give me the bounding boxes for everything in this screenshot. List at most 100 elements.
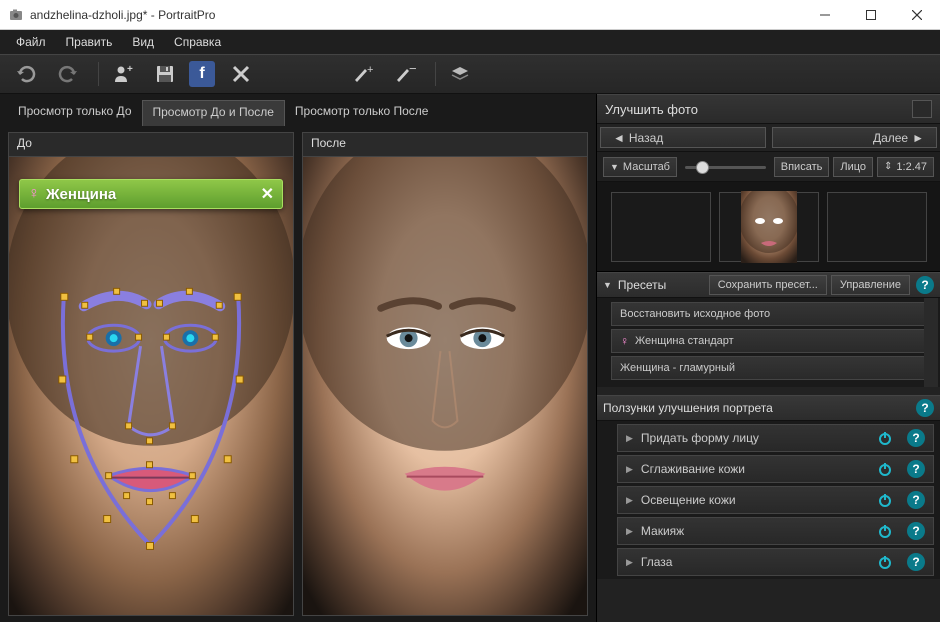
before-image[interactable]: ♀ Женщина ✕ — [9, 157, 293, 615]
triangle-right-icon: ▶ — [626, 433, 633, 444]
lock-icon: ⇕ — [884, 161, 892, 172]
preset-woman-standard[interactable]: ♀ Женщина стандарт — [611, 329, 934, 353]
add-person-button[interactable]: + — [105, 59, 141, 89]
improve-title: Улучшить фото — [605, 102, 908, 117]
titlebar: andzhelina-dzholi.jpg* - PortraitPro — [0, 0, 940, 30]
save-button[interactable] — [147, 59, 183, 89]
slider-skin-smoothing[interactable]: ▶ Сглаживание кожи ? — [617, 455, 934, 483]
brush-plus-button[interactable]: + — [345, 59, 381, 89]
help-icon[interactable]: ? — [907, 429, 925, 447]
power-icon[interactable] — [875, 428, 895, 448]
zoom-label[interactable]: ▼ Масштаб — [603, 157, 677, 177]
arrow-right-icon: ► — [912, 131, 924, 145]
triangle-down-icon: ▼ — [603, 280, 612, 290]
power-icon[interactable] — [875, 521, 895, 541]
after-pane: После — [302, 132, 588, 616]
improve-header: Улучшить фото — [597, 94, 940, 124]
next-button[interactable]: Далее ► — [772, 127, 938, 148]
panel-option-button[interactable] — [912, 100, 932, 118]
back-label: Назад — [629, 131, 663, 145]
help-icon[interactable]: ? — [907, 460, 925, 478]
preset-restore-original[interactable]: Восстановить исходное фото — [611, 302, 934, 326]
separator — [435, 62, 436, 86]
sliders-title: Ползунки улучшения портрета — [603, 401, 910, 415]
help-icon[interactable]: ? — [907, 522, 925, 540]
before-pane: До — [8, 132, 294, 616]
svg-text:+: + — [127, 64, 133, 75]
sliders-header: Ползунки улучшения портрета ? — [597, 395, 940, 421]
after-label: После — [303, 133, 587, 157]
filmstrip[interactable] — [597, 182, 940, 272]
right-panel: Улучшить фото ◄ Назад Далее ► ▼ Масштаб … — [596, 94, 940, 622]
maximize-button[interactable] — [848, 0, 894, 30]
appname: PortraitPro — [158, 8, 215, 22]
presets-label: Пресеты — [618, 278, 705, 292]
delete-button[interactable] — [223, 59, 259, 89]
main-area: Просмотр только До Просмотр До и После П… — [0, 94, 940, 622]
after-image[interactable] — [303, 157, 587, 615]
tab-before-only[interactable]: Просмотр только До — [8, 100, 142, 126]
triangle-down-icon: ▼ — [610, 162, 619, 172]
left-panel: Просмотр только До Просмотр До и После П… — [0, 94, 596, 622]
window-title: andzhelina-dzholi.jpg* - PortraitPro — [30, 8, 802, 22]
help-icon[interactable]: ? — [907, 491, 925, 509]
female-icon: ♀ — [28, 185, 40, 203]
menubar: Файл Править Вид Справка — [0, 30, 940, 54]
help-icon[interactable]: ? — [907, 553, 925, 571]
manage-presets-button[interactable]: Управление — [831, 275, 910, 295]
gender-tag[interactable]: ♀ Женщина ✕ — [19, 179, 283, 209]
preset-list: Восстановить исходное фото ♀ Женщина ста… — [597, 298, 940, 387]
slider-eyes[interactable]: ▶ Глаза ? — [617, 548, 934, 576]
nav-row: ◄ Назад Далее ► — [597, 124, 940, 152]
facebook-button[interactable]: f — [189, 61, 215, 87]
triangle-right-icon: ▶ — [626, 557, 633, 568]
scrollbar[interactable] — [924, 298, 938, 387]
power-icon[interactable] — [875, 552, 895, 572]
gender-label: Женщина — [46, 186, 261, 203]
power-icon[interactable] — [875, 490, 895, 510]
menu-file[interactable]: Файл — [6, 32, 56, 52]
power-icon[interactable] — [875, 459, 895, 479]
help-icon[interactable]: ? — [916, 276, 934, 294]
menu-view[interactable]: Вид — [122, 32, 164, 52]
triangle-right-icon: ▶ — [626, 526, 633, 537]
toolbar: + f + − — [0, 54, 940, 94]
preset-woman-glamour[interactable]: Женщина - гламурный — [611, 356, 934, 380]
slider-skin-lighting[interactable]: ▶ Освещение кожи ? — [617, 486, 934, 514]
layers-button[interactable] — [442, 59, 478, 89]
redo-button[interactable] — [50, 59, 86, 89]
view-tabs: Просмотр только До Просмотр До и После П… — [8, 100, 588, 126]
zoom-controls: ▼ Масштаб Вписать Лицо ⇕ 1:2.47 — [597, 152, 940, 182]
menu-help[interactable]: Справка — [164, 32, 231, 52]
app-icon — [8, 7, 24, 23]
svg-text:+: + — [367, 64, 373, 76]
triangle-right-icon: ▶ — [626, 464, 633, 475]
tab-after-only[interactable]: Просмотр только После — [285, 100, 439, 126]
slider-makeup[interactable]: ▶ Макияж ? — [617, 517, 934, 545]
undo-button[interactable] — [8, 59, 44, 89]
minimize-button[interactable] — [802, 0, 848, 30]
slider-list: ▶ Придать форму лицу ? ▶ Сглаживание кож… — [597, 421, 940, 579]
filmstrip-slot — [827, 192, 927, 262]
fit-button[interactable]: Вписать — [774, 157, 830, 177]
gender-close-icon[interactable]: ✕ — [261, 184, 274, 204]
help-icon[interactable]: ? — [916, 399, 934, 417]
face-button[interactable]: Лицо — [833, 157, 873, 177]
filename: andzhelina-dzholi.jpg* — [30, 8, 147, 22]
arrow-left-icon: ◄ — [613, 131, 625, 145]
save-preset-button[interactable]: Сохранить пресет... — [709, 275, 827, 295]
zoom-ratio[interactable]: ⇕ 1:2.47 — [877, 157, 934, 177]
back-button[interactable]: ◄ Назад — [600, 127, 766, 148]
before-label: До — [9, 133, 293, 157]
separator — [98, 62, 99, 86]
tab-before-after[interactable]: Просмотр До и После — [142, 100, 285, 126]
brush-minus-button[interactable]: − — [387, 59, 423, 89]
menu-edit[interactable]: Править — [56, 32, 123, 52]
svg-text:−: − — [409, 64, 416, 76]
filmstrip-thumbnail[interactable] — [741, 191, 797, 263]
image-panes: До — [8, 132, 588, 616]
presets-header[interactable]: ▼ Пресеты Сохранить пресет... Управление… — [597, 272, 940, 298]
close-button[interactable] — [894, 0, 940, 30]
zoom-slider[interactable] — [681, 158, 770, 176]
slider-face-shape[interactable]: ▶ Придать форму лицу ? — [617, 424, 934, 452]
